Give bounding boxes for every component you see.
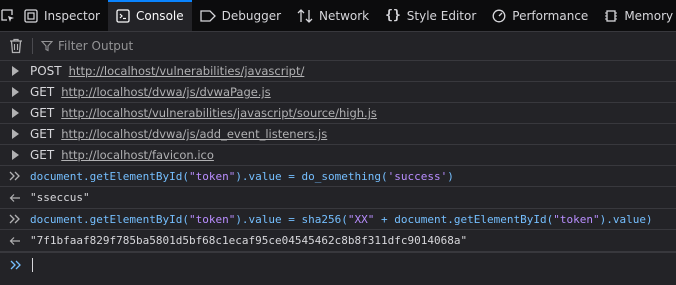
- expand-arrow-icon[interactable]: [0, 87, 30, 97]
- result-arrow-icon: [0, 236, 30, 246]
- code-segment: document.getElementById(: [30, 212, 189, 226]
- request-method: GET: [30, 85, 55, 99]
- network-request-row[interactable]: GET http://localhost/dvwa/js/dvwaPage.js: [0, 82, 676, 103]
- input-prompt-icon: [0, 260, 32, 270]
- console-toolbar: Filter Output: [0, 32, 676, 61]
- request-method: POST: [30, 64, 62, 78]
- memory-icon: [604, 9, 618, 23]
- clear-console-button[interactable]: [0, 38, 32, 54]
- code-string: "XX": [347, 212, 375, 226]
- tab-console[interactable]: Console: [107, 0, 192, 31]
- devtools-tabbar: Inspector Console Debugger Network {} St…: [0, 0, 676, 32]
- result-arrow-icon: [0, 193, 30, 203]
- network-request-row[interactable]: GET http://localhost/favicon.ico: [0, 145, 676, 166]
- expand-arrow-icon[interactable]: [0, 129, 30, 139]
- code-segment: ): [447, 169, 454, 183]
- performance-icon: [492, 9, 506, 23]
- expand-arrow-icon[interactable]: [0, 150, 30, 160]
- code-segment: + document.getElementById(: [374, 212, 554, 226]
- filter-icon: [41, 40, 53, 52]
- network-request-row[interactable]: POST http://localhost/vulnerabilities/ja…: [0, 61, 676, 82]
- tab-label: Inspector: [44, 8, 100, 23]
- tab-debugger[interactable]: Debugger: [192, 0, 289, 31]
- tab-memory[interactable]: Memory: [596, 0, 676, 31]
- tab-label: Debugger: [221, 8, 282, 23]
- code-segment: document.getElementById(: [30, 169, 189, 183]
- network-request-row[interactable]: GET http://localhost/dvwa/js/add_event_l…: [0, 124, 676, 145]
- trash-icon: [10, 38, 22, 54]
- tab-performance[interactable]: Performance: [484, 0, 596, 31]
- tab-inspector[interactable]: Inspector: [16, 0, 108, 31]
- code-string: "token": [188, 169, 236, 183]
- tab-label: Memory: [624, 8, 674, 23]
- result-row: "sseccus": [0, 187, 676, 209]
- request-method: GET: [30, 127, 55, 141]
- request-url-link[interactable]: http://localhost/vulnerabilities/javascr…: [69, 64, 305, 78]
- code-segment: ).value): [599, 212, 653, 226]
- console-input[interactable]: [0, 252, 676, 277]
- result-value: "7f1bfaaf829f785ba5801d5bf68c1ecaf95ce04…: [30, 234, 468, 247]
- inspector-icon: [24, 8, 38, 23]
- tab-label: Style Editor: [406, 8, 477, 23]
- request-url-link[interactable]: http://localhost/favicon.ico: [61, 148, 214, 162]
- network-icon: [297, 8, 313, 23]
- console-icon: [116, 8, 130, 23]
- command-row: document.getElementById("token").value =…: [0, 209, 676, 230]
- command-prompt-icon: [0, 171, 30, 181]
- expand-arrow-icon[interactable]: [0, 66, 30, 76]
- request-url-link[interactable]: http://localhost/dvwa/js/add_event_liste…: [61, 127, 327, 141]
- request-method: GET: [30, 106, 55, 120]
- element-picker-button[interactable]: [0, 0, 16, 31]
- toolbar-divider: [32, 38, 33, 54]
- text-cursor: [32, 258, 33, 272]
- tab-network[interactable]: Network: [289, 0, 377, 31]
- request-url-link[interactable]: http://localhost/dvwa/js/dvwaPage.js: [61, 85, 270, 99]
- tab-label: Console: [135, 8, 184, 23]
- filter-output-input[interactable]: Filter Output: [41, 39, 133, 53]
- element-picker-icon: [1, 8, 14, 22]
- style-editor-icon: {}: [385, 8, 401, 23]
- code-string: 'success': [387, 169, 448, 183]
- console-output: POST http://localhost/vulnerabilities/ja…: [0, 61, 676, 277]
- code-segment: ).value = do_something(: [235, 169, 388, 183]
- expand-arrow-icon[interactable]: [0, 108, 30, 118]
- code-string: "token": [188, 212, 236, 226]
- request-method: GET: [30, 148, 55, 162]
- network-request-row[interactable]: GET http://localhost/vulnerabilities/jav…: [0, 103, 676, 124]
- code-string: "token": [553, 212, 600, 226]
- tab-style-editor[interactable]: {} Style Editor: [377, 0, 484, 31]
- debugger-icon: [199, 9, 216, 23]
- code-segment: ).value = sha256(: [235, 212, 348, 226]
- result-row: "7f1bfaaf829f785ba5801d5bf68c1ecaf95ce04…: [0, 230, 676, 252]
- request-url-link[interactable]: http://localhost/vulnerabilities/javascr…: [61, 106, 377, 120]
- result-value: "sseccus": [30, 191, 90, 204]
- tab-label: Network: [319, 8, 370, 23]
- command-row: document.getElementById("token").value =…: [0, 166, 676, 187]
- command-code: document.getElementById("token").value =…: [30, 213, 653, 226]
- filter-placeholder: Filter Output: [58, 39, 134, 53]
- command-prompt-icon: [0, 214, 30, 224]
- tab-label: Performance: [512, 8, 589, 23]
- command-code: document.getElementById("token").value =…: [30, 170, 454, 183]
